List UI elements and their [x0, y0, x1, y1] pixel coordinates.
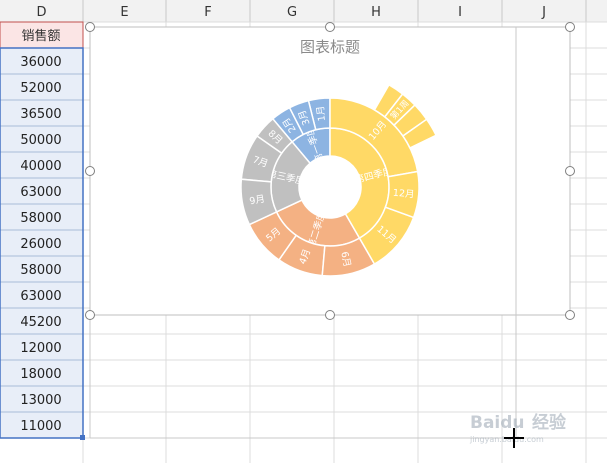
value-cell-text: 18000: [20, 367, 61, 382]
baidu-watermark: Baidu 经验 jingyan.baidu.com: [469, 412, 567, 444]
column-header-E[interactable]: E: [120, 5, 128, 20]
resize-handle[interactable]: [325, 310, 335, 320]
value-cell-text: 13000: [20, 393, 61, 408]
value-cell-text: 52000: [20, 81, 61, 96]
column-header-I[interactable]: I: [458, 5, 462, 20]
sunburst-month-label[interactable]: 1月: [315, 105, 328, 122]
column-header-J[interactable]: J: [541, 5, 546, 20]
resize-handle[interactable]: [85, 22, 95, 32]
chart-title[interactable]: 图表标题: [300, 38, 360, 56]
resize-handle[interactable]: [85, 310, 95, 320]
column-header-H[interactable]: H: [371, 5, 381, 20]
watermark-brand: Baidu: [470, 413, 525, 433]
fill-handle[interactable]: [80, 435, 85, 440]
column-header-D[interactable]: D: [36, 5, 46, 20]
value-cell-text: 12000: [20, 341, 61, 356]
value-cell-text: 58000: [20, 263, 61, 278]
header-cell-text: 销售额: [21, 28, 60, 44]
resize-handle[interactable]: [85, 166, 95, 176]
value-cell-text: 63000: [20, 185, 61, 200]
value-cell-text: 50000: [20, 133, 61, 148]
value-cell-text: 58000: [20, 211, 61, 226]
resize-handle[interactable]: [565, 22, 575, 32]
value-cell-text: 40000: [20, 159, 61, 174]
column-header-G[interactable]: G: [287, 5, 297, 20]
column-header-F[interactable]: F: [204, 5, 211, 20]
watermark-url: jingyan.baidu.com: [469, 435, 544, 444]
value-cell-text: 45200: [20, 315, 61, 330]
resize-handle[interactable]: [565, 166, 575, 176]
value-cell-text: 11000: [20, 419, 61, 434]
value-cell-text: 36500: [20, 107, 61, 122]
sunburst-chart[interactable]: 图表标题 第一季度1月2月3月第二季度4月5月6月第三季度7月8月9月第四季度1…: [85, 22, 575, 439]
value-cell-text: 36000: [20, 55, 61, 70]
resize-handle[interactable]: [565, 310, 575, 320]
column-header-bar: [0, 0, 607, 22]
value-cell-text: 26000: [20, 237, 61, 252]
resize-handle[interactable]: [325, 22, 335, 32]
sunburst-month-label[interactable]: 12月: [392, 188, 414, 201]
watermark-suffix: 经验: [532, 412, 567, 433]
spreadsheet-view: D E F G H I J 销售额 36000 52000 36500 50000 40000 6300…: [0, 0, 607, 463]
value-cell-text: 63000: [20, 289, 61, 304]
